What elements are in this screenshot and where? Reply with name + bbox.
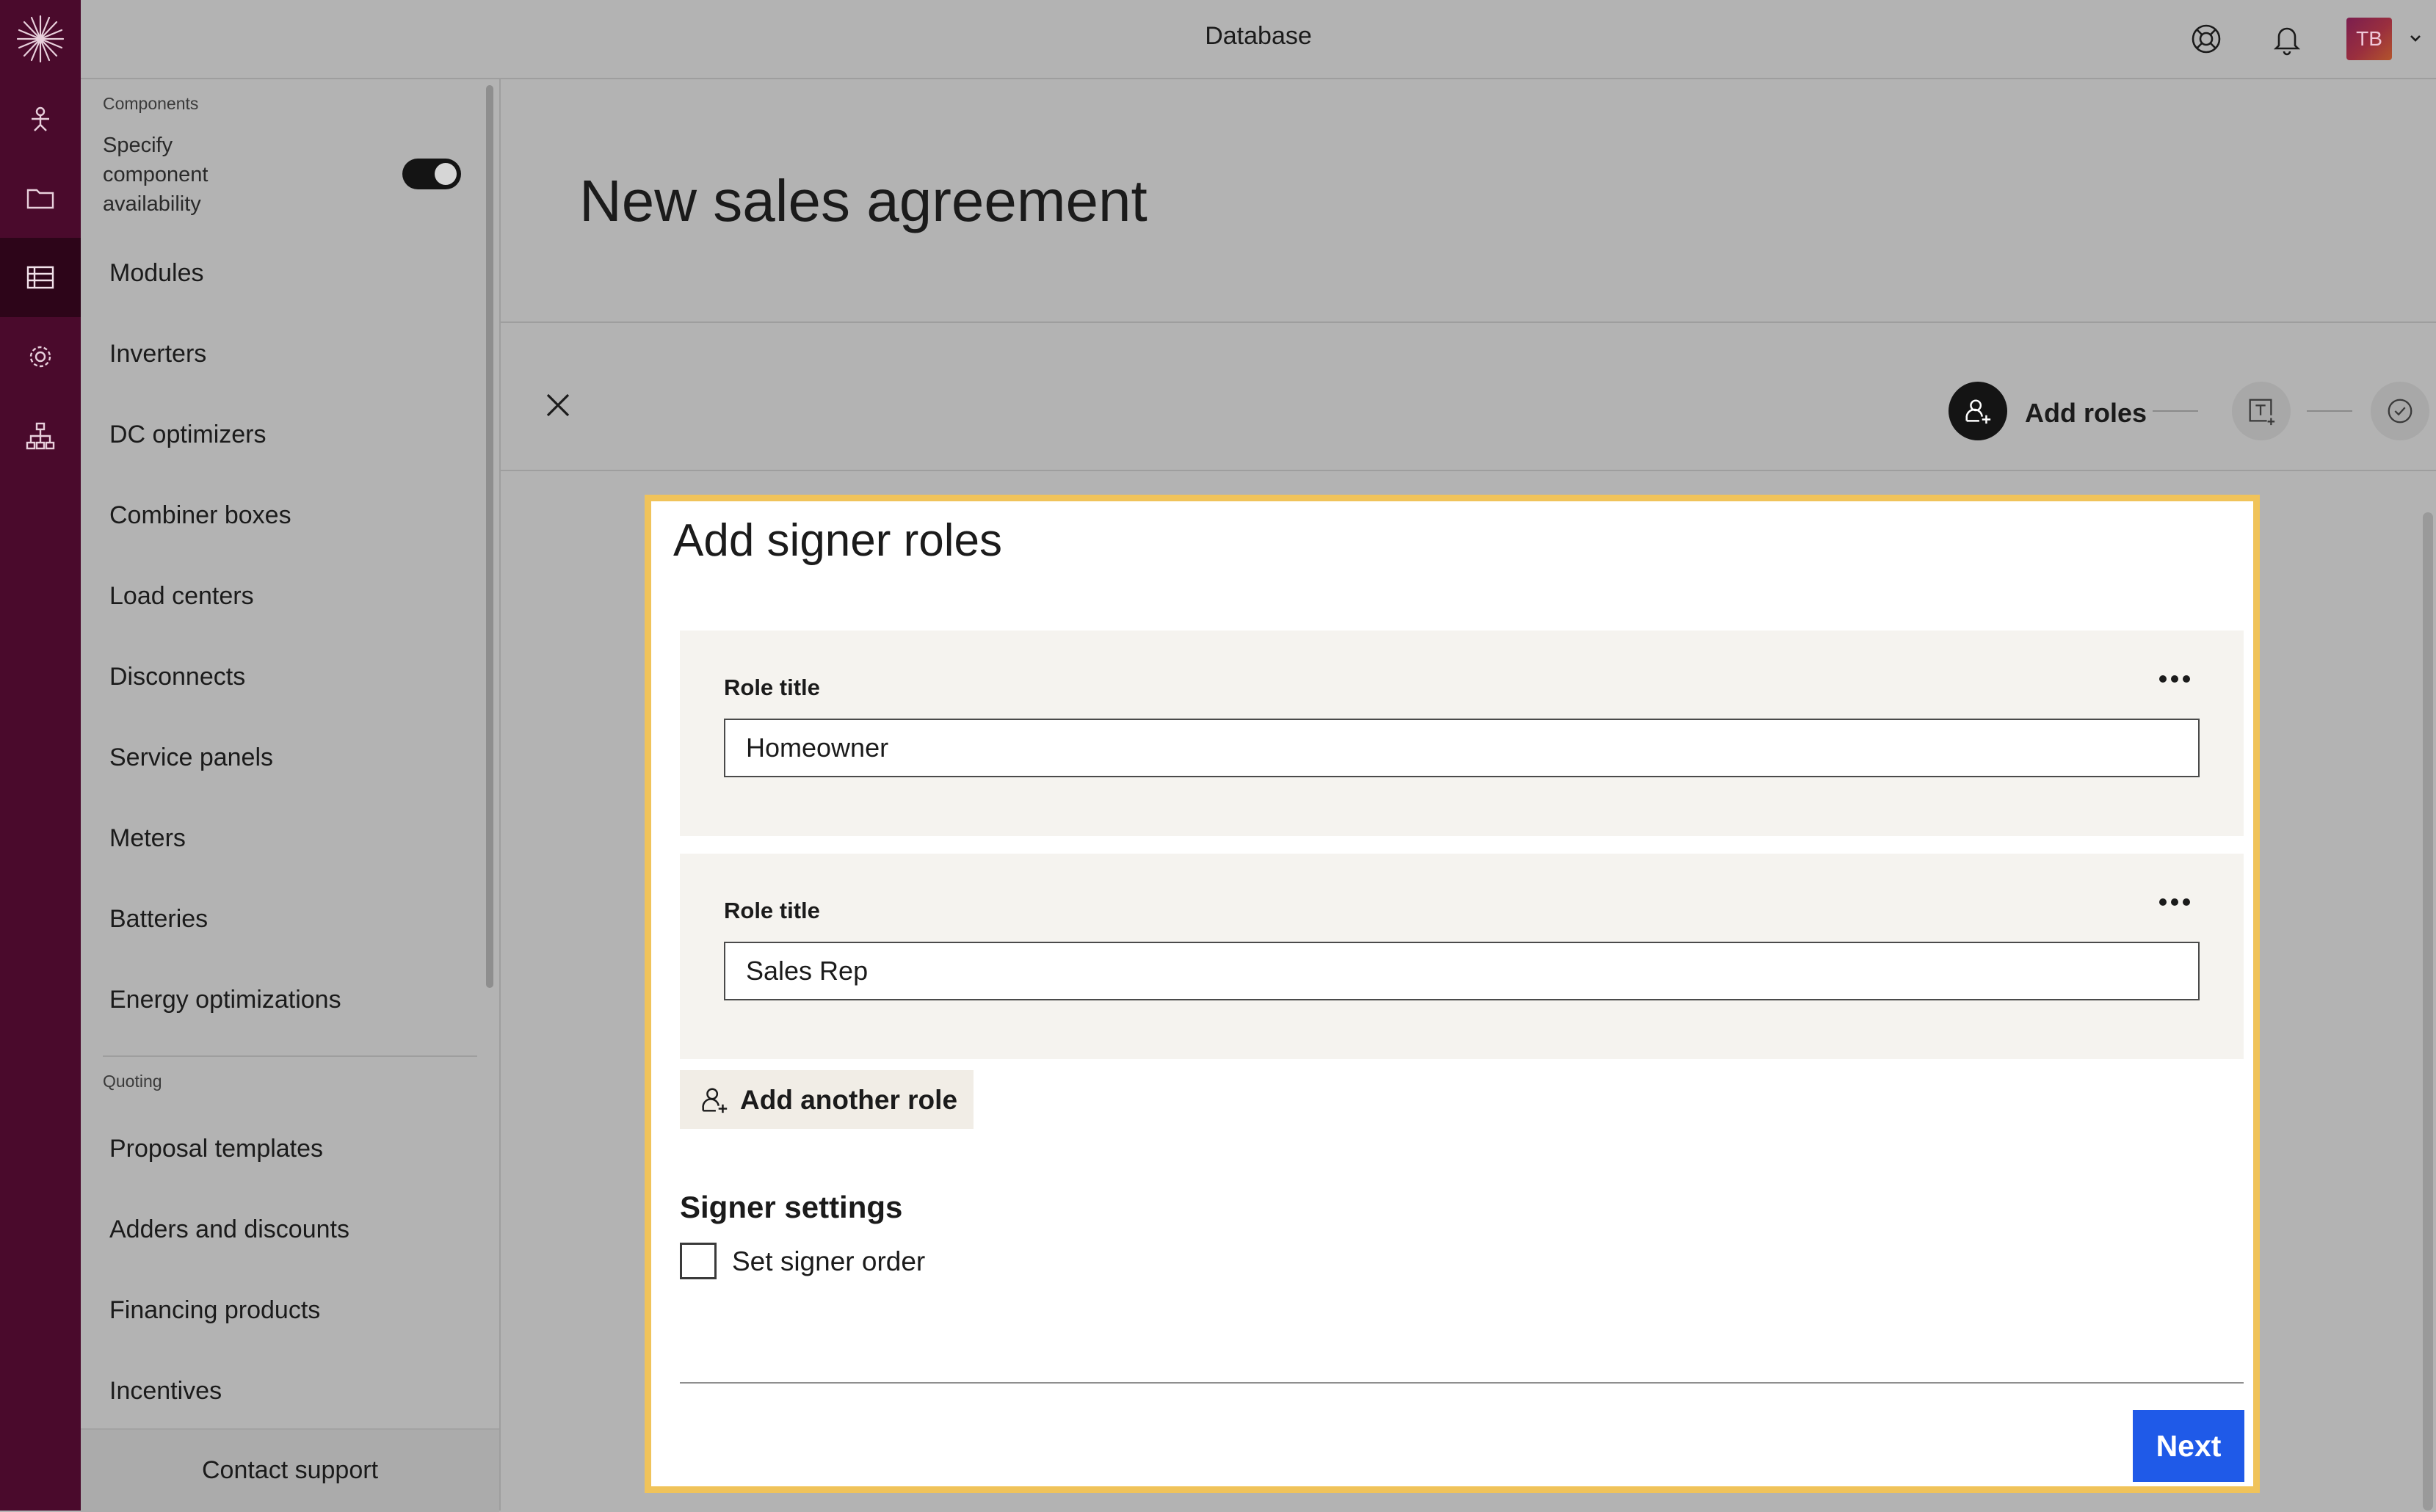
- toggle-knob: [435, 163, 457, 185]
- next-button[interactable]: Next: [2133, 1410, 2244, 1482]
- more-options-icon[interactable]: [2157, 670, 2192, 688]
- sidebar-item-combiner-boxes[interactable]: Combiner boxes: [109, 501, 291, 530]
- step-add-roles[interactable]: [1949, 382, 2007, 440]
- chevron-down-icon[interactable]: [2407, 29, 2424, 47]
- sidebar-divider: [103, 1055, 477, 1057]
- step-label-add-roles: Add roles: [2025, 398, 2147, 428]
- help-icon[interactable]: [2188, 21, 2225, 57]
- bell-icon[interactable]: [2269, 21, 2305, 57]
- database-icon[interactable]: [0, 238, 81, 317]
- more-options-icon[interactable]: [2157, 893, 2192, 911]
- content-scrollbar[interactable]: [2423, 512, 2433, 1511]
- top-bar: Database TB: [81, 0, 2436, 79]
- gear-icon[interactable]: [0, 317, 81, 396]
- role-card: Role title: [680, 854, 2244, 1059]
- sidebar-item-incentives[interactable]: Incentives: [109, 1377, 222, 1406]
- set-signer-order-checkbox[interactable]: [680, 1243, 717, 1279]
- sidebar-item-meters[interactable]: Meters: [109, 824, 186, 853]
- sidebar-item-batteries[interactable]: Batteries: [109, 905, 208, 934]
- sidebar-item-modules[interactable]: Modules: [109, 259, 204, 288]
- sidebar-item-inverters[interactable]: Inverters: [109, 340, 206, 368]
- sidebar-item-proposal-templates[interactable]: Proposal templates: [109, 1135, 323, 1163]
- logo-icon[interactable]: [15, 13, 66, 65]
- page-title: New sales agreement: [579, 168, 1148, 233]
- database-sidebar: Components Specify component availabilit…: [81, 79, 501, 1512]
- title-divider: [501, 321, 2436, 323]
- sidebar-item-service-panels[interactable]: Service panels: [109, 744, 273, 772]
- set-signer-order-label[interactable]: Set signer order: [732, 1246, 925, 1277]
- section-quoting: Quoting: [103, 1072, 162, 1091]
- app-rail: [0, 0, 81, 1511]
- stepper-divider: [501, 470, 2436, 471]
- avatar[interactable]: TB: [2346, 18, 2392, 60]
- app-title: Database: [1205, 22, 1312, 50]
- add-another-role-button[interactable]: Add another role: [680, 1070, 974, 1129]
- role-title-label: Role title: [724, 898, 820, 923]
- step-connector: [2307, 410, 2352, 412]
- availability-toggle[interactable]: [402, 159, 461, 189]
- step-add-fields[interactable]: [2232, 382, 2291, 440]
- contact-support-button[interactable]: Contact support: [81, 1428, 499, 1512]
- sidebar-item-energy-optimizations[interactable]: Energy optimizations: [109, 986, 341, 1014]
- step-connector: [2153, 410, 2198, 412]
- sidebar-item-dc-optimizers[interactable]: DC optimizers: [109, 421, 266, 449]
- signer-settings-heading: Signer settings: [680, 1190, 903, 1224]
- role-title-input[interactable]: [724, 719, 2200, 777]
- role-title-label: Role title: [724, 675, 820, 700]
- section-components: Components: [103, 94, 199, 113]
- contact-support-label: Contact support: [201, 1456, 379, 1484]
- folder-icon[interactable]: [0, 159, 81, 238]
- org-chart-icon[interactable]: [0, 396, 81, 476]
- sidebar-scrollbar[interactable]: [486, 85, 493, 988]
- step-review[interactable]: [2371, 382, 2429, 440]
- check-circle-icon: [2388, 399, 2413, 424]
- sidebar-item-disconnects[interactable]: Disconnects: [109, 663, 245, 691]
- person-icon[interactable]: [0, 79, 81, 159]
- panel-footer-divider: [680, 1382, 2244, 1384]
- add-another-role-label: Add another role: [740, 1085, 958, 1115]
- text-field-icon: [2249, 399, 2275, 426]
- close-icon[interactable]: [542, 389, 574, 421]
- role-card: Role title: [680, 630, 2244, 836]
- availability-toggle-label: Specify component availability: [103, 134, 209, 216]
- role-title-input[interactable]: [724, 942, 2200, 1000]
- panel-title: Add signer roles: [673, 515, 1003, 566]
- add-person-icon: [702, 1088, 728, 1113]
- sidebar-item-load-centers[interactable]: Load centers: [109, 582, 254, 611]
- signer-roles-panel: Add signer roles Role title Role title A…: [645, 495, 2260, 1493]
- sidebar-item-financing-products[interactable]: Financing products: [109, 1296, 320, 1325]
- sidebar-item-adders-and-discounts[interactable]: Adders and discounts: [109, 1215, 349, 1244]
- add-person-icon: [1965, 399, 1991, 424]
